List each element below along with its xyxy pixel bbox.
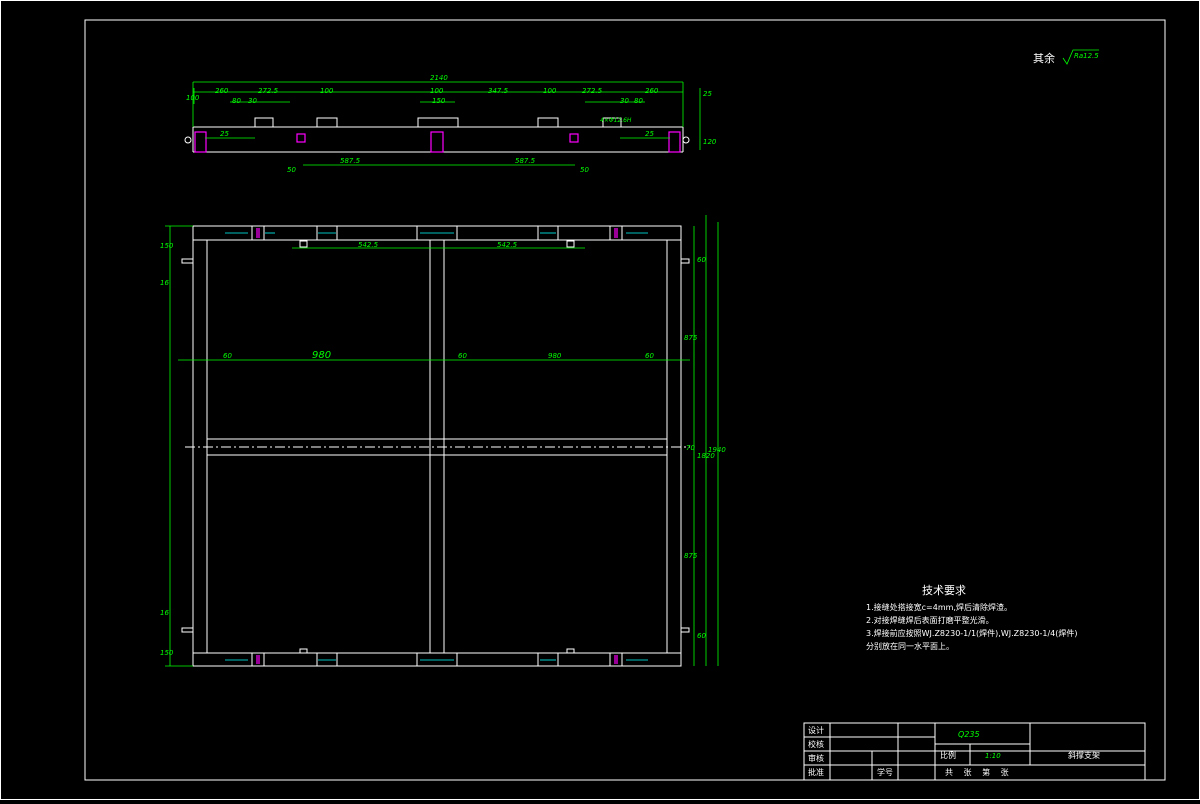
upright-right xyxy=(668,131,681,153)
dim-r120: 120 xyxy=(703,138,717,146)
dim-542a: 542.5 xyxy=(358,241,379,249)
tech-req-item-1: 1.接缝处搭接宽c=4mm,焊后清除焊渣。 xyxy=(866,602,1012,612)
tb-scale-value: 1:10 xyxy=(985,752,1001,760)
dim-f150b: 150 xyxy=(160,649,174,657)
dim-587a: 587.5 xyxy=(340,157,361,165)
dim-30a: 30 xyxy=(248,97,257,105)
title-block: 设计 校核 审核 批准 学号 Q235 比例 1:10 斜撑支架 共 张 第 张 xyxy=(803,722,1146,781)
dim-80a: 80 xyxy=(232,97,241,105)
dim-980b: 980 xyxy=(548,352,562,360)
dim-100c: 100 xyxy=(543,87,557,95)
tb-sheets: 共 张 第 张 xyxy=(945,767,1013,777)
dim-50a: 50 xyxy=(287,166,296,174)
tech-req-title: 技术要求 xyxy=(922,584,966,597)
dim-150: 150 xyxy=(432,97,446,105)
upright-left xyxy=(194,131,207,153)
dim-260a: 260 xyxy=(215,87,229,95)
tb-scale-label: 比例 xyxy=(940,750,956,760)
tb-check: 校核 xyxy=(808,739,824,749)
dim-587b: 587.5 xyxy=(515,157,536,165)
dim-25a: 25 xyxy=(220,130,229,138)
tech-req-item-4: 分别放在同一水平面上。 xyxy=(866,641,954,651)
dim-272b: 272.5 xyxy=(582,87,603,95)
dim-260b: 260 xyxy=(645,87,659,95)
dim-980a: 980 xyxy=(312,350,331,361)
tech-req-item-3: 3.焊接前应按照WJ.Z8230-1/1(焊件),WJ.Z8230-1/4(焊件… xyxy=(866,628,1078,638)
dim-r60a: 60 xyxy=(697,256,706,264)
top-view: 2140 260 272.5 100 100 347.5 100 272.5 2… xyxy=(184,74,717,174)
dim-272a: 272.5 xyxy=(258,87,279,95)
dim-100b: 100 xyxy=(430,87,444,95)
dim-50b: 50 xyxy=(580,166,589,174)
drawing-sheet: 其余 Ra12.5 2140 260 272.5 100 100 347.5 1… xyxy=(0,0,1200,800)
dim-60b: 60 xyxy=(458,352,467,360)
tb-approve: 批准 xyxy=(808,767,824,777)
tech-requirements: 技术要求 1.接缝处搭接宽c=4mm,焊后清除焊渣。 2.对接焊缝焊后表面打磨平… xyxy=(866,584,1078,651)
dim-left-v: 100 xyxy=(186,94,200,102)
dim-r60b: 60 xyxy=(697,632,706,640)
dim-347: 347.5 xyxy=(488,87,509,95)
tb-part-name: 斜撑支架 xyxy=(1068,750,1100,760)
cad-canvas: 其余 Ra12.5 2140 260 272.5 100 100 347.5 1… xyxy=(0,0,1200,800)
dim-30b: 30 xyxy=(620,97,629,105)
dim-542b: 542.5 xyxy=(497,241,518,249)
dim-hole: 4×Φ12.6H xyxy=(600,117,632,124)
dim-r25: 25 xyxy=(703,90,712,98)
dim-f16a: 16 xyxy=(160,279,169,287)
tb-material: Q235 xyxy=(958,730,980,739)
dim-r875a: 875 xyxy=(684,334,698,342)
dim-f16b: 16 xyxy=(160,609,169,617)
front-view: 150 16 16 150 542.5 542.5 60 980 60 980 … xyxy=(160,215,726,667)
dim-25b: 25 xyxy=(645,130,654,138)
tb-student-no: 学号 xyxy=(877,767,893,777)
upright-center xyxy=(430,131,444,153)
dim-r875b: 875 xyxy=(684,552,698,560)
tb-design: 设计 xyxy=(808,725,824,735)
dim-overall: 2140 xyxy=(430,74,448,82)
dim-100a: 100 xyxy=(320,87,334,95)
dim-60a: 60 xyxy=(223,352,232,360)
dim-r1940: 1940 xyxy=(708,446,726,454)
roughness-value: Ra12.5 xyxy=(1074,52,1099,60)
dim-60c: 60 xyxy=(645,352,654,360)
other-surfaces-label: 其余 xyxy=(1033,51,1055,65)
tech-req-item-2: 2.对接焊缝焊后表面打磨平整光滑。 xyxy=(866,615,994,625)
dim-r70: 70 xyxy=(686,444,695,452)
tb-review: 审核 xyxy=(808,753,824,763)
dim-80b: 80 xyxy=(634,97,643,105)
dim-f150a: 150 xyxy=(160,242,174,250)
